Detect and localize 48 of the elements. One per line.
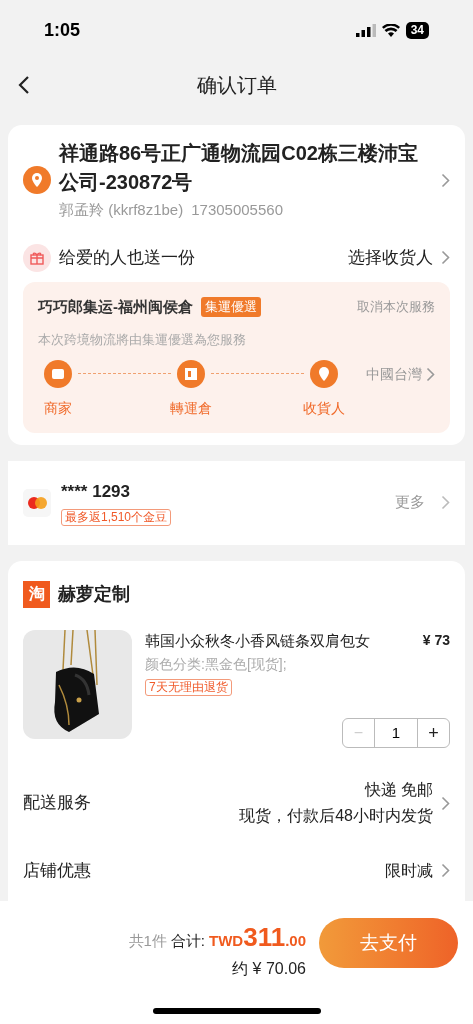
- chevron-right-icon: [426, 366, 435, 382]
- card-number: **** 1293: [61, 481, 131, 504]
- product-variant: 颜色分类:黑金色[现货];: [145, 655, 288, 674]
- signal-icon: [355, 23, 376, 37]
- increase-button[interactable]: +: [418, 719, 449, 747]
- service-note: 本次跨境物流將由集運優選為您服務: [38, 331, 247, 349]
- approx-price: 约 ¥ 70.06: [232, 959, 306, 979]
- chevron-right-icon: [441, 795, 450, 811]
- step-label: 轉運倉: [170, 398, 212, 418]
- shop-logo: 淘: [23, 580, 50, 608]
- row-value: 快递 免邮: [364, 780, 433, 800]
- location-pin-icon: [23, 166, 51, 195]
- row-value: 限时减: [385, 860, 433, 881]
- service-tag: 集運優選: [201, 297, 261, 317]
- gift-icon: [23, 243, 51, 272]
- store-icon: [44, 359, 72, 388]
- pin-icon: [310, 359, 338, 388]
- item-count: 共1件: [128, 931, 167, 951]
- contact-phone: 17305005560: [191, 200, 283, 220]
- address-text[interactable]: 祥通路86号正广通物流园C02栋三楼沛宝公司-230872号: [59, 139, 433, 197]
- total-label: 合计:: [170, 931, 206, 951]
- row-label: 配送服务: [23, 792, 92, 815]
- battery-level: 34: [405, 21, 429, 39]
- row-label: 店铺优惠: [23, 860, 92, 882]
- back-icon[interactable]: [18, 75, 30, 95]
- product-price: ¥ 73: [422, 630, 450, 650]
- shop-name[interactable]: 赫萝定制: [58, 580, 130, 608]
- chevron-right-icon: [441, 250, 450, 265]
- select-recipient-link[interactable]: 选择收货人: [348, 244, 433, 271]
- return-tag: 7天无理由退货: [145, 679, 232, 696]
- step-label: 商家: [44, 398, 72, 418]
- row-value: 现货，付款后48小时内发货: [239, 806, 433, 826]
- gift-label: 给爱的人也送一份: [59, 246, 196, 269]
- wifi-icon: [381, 23, 400, 37]
- warehouse-name: 巧巧郎集运-福州闽侯倉: [38, 296, 193, 317]
- reward-tag: 最多返1,510个金豆: [61, 508, 172, 526]
- chevron-right-icon: [441, 172, 450, 188]
- quantity-value[interactable]: 1: [374, 719, 418, 747]
- warehouse-icon: [177, 359, 205, 388]
- card-logo-icon: [23, 488, 51, 517]
- status-time: 1:05: [44, 18, 81, 42]
- total-price: TWD311.00: [209, 921, 306, 954]
- chevron-right-icon: [441, 863, 450, 879]
- product-title[interactable]: 韩国小众秋冬小香风链条双肩包女: [145, 629, 370, 652]
- step-label: 收貨人: [303, 398, 345, 418]
- page-title: 确认订单: [196, 73, 277, 98]
- contact-name: 郭孟羚 (kkrf8z1be): [59, 200, 184, 220]
- chevron-right-icon: [441, 495, 450, 510]
